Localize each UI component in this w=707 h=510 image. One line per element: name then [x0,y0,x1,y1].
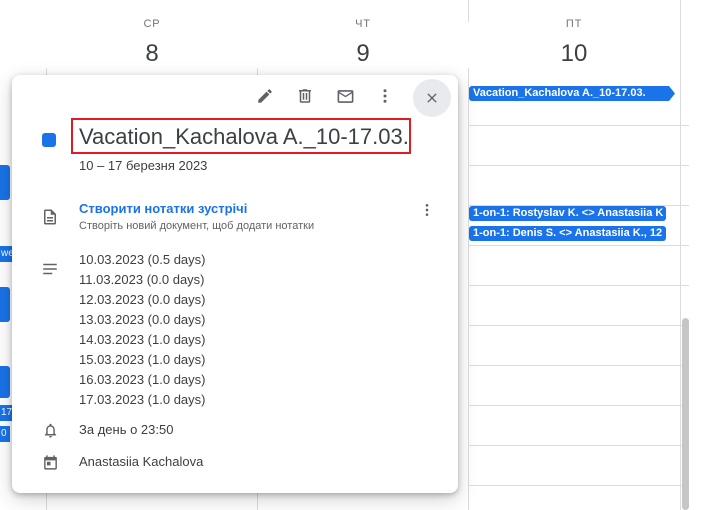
delete-icon [299,89,311,103]
event-color-swatch [42,133,56,147]
description-line: 16.03.2023 (1.0 days) [79,372,206,387]
close-popup-button[interactable] [413,79,451,117]
day-name: ПТ [565,18,583,30]
event-chip-1on1-denis[interactable]: 1-on-1: Denis S. <> Anastasiia K., 12 [469,226,666,241]
create-meeting-notes-link[interactable]: Створити нотатки зустрічі [79,201,247,216]
day-column-header-wed[interactable]: СР 8 [47,0,257,68]
hour-line [468,165,689,166]
event-date-range: 10 – 17 березня 2023 [79,158,208,173]
description-line: 12.03.2023 (0.0 days) [79,292,206,307]
event-title: Vacation_Kachalova A._10-17.03. [79,124,409,149]
event-chip-clipped[interactable]: 17 [0,405,12,421]
event-fragment-text: 17 [1,407,12,418]
close-icon [427,93,437,103]
event-chip-clipped[interactable] [0,287,10,322]
more-vert-icon [383,89,387,103]
description-line: 11.03.2023 (0.0 days) [79,272,205,287]
description-line: 10.03.2023 (0.5 days) [79,252,206,267]
hour-line [468,325,689,326]
hour-line [468,365,689,366]
day-column-header-fri[interactable]: ПТ 10 [469,0,679,68]
document-icon [40,207,60,227]
email-guests-button[interactable] [333,84,357,108]
event-chip-vacation[interactable]: Vacation_Kachalova A._10-17.03. [469,86,669,101]
edit-icon [258,89,272,103]
grid-divider [680,0,681,510]
calendar-owner: Anastasiia Kachalova [79,454,204,469]
more-vert-icon [425,204,429,216]
description-line: 13.03.2023 (0.0 days) [79,312,206,327]
day-number[interactable]: 10 [469,40,679,68]
event-chip-clipped[interactable] [0,366,10,398]
meeting-notes-subtitle: Створіть новий документ, щоб додати нота… [79,220,315,232]
calendar-icon [40,452,60,472]
event-label: 1-on-1: Rostyslav K. <> Anastasiia K [473,207,664,219]
hour-line [468,445,689,446]
day-number[interactable]: 8 [47,40,257,68]
description-line: 17.03.2023 (1.0 days) [79,392,206,407]
bell-icon [40,420,60,440]
description-line: 15.03.2023 (1.0 days) [79,352,206,367]
email-icon [337,89,353,103]
event-label: Vacation_Kachalova A._10-17.03. [473,87,646,99]
description-line: 14.03.2023 (1.0 days) [79,332,206,347]
event-label: 1-on-1: Denis S. <> Anastasiia K., 12 [473,227,663,239]
event-details-popup: Vacation_Kachalova A._10-17.03. 10 – 17 … [12,75,458,493]
grid-divider [468,68,469,510]
event-fragment-text: we [1,248,12,259]
event-reminder: За день о 23:50 [79,422,174,437]
day-name: СР [143,18,161,30]
notes-more-options-button[interactable] [418,200,436,220]
hour-line [468,485,689,486]
day-column-header-thu[interactable]: ЧТ 9 [258,0,468,68]
hour-line [468,285,689,286]
event-chip-clipped[interactable]: 0 [0,426,10,442]
delete-event-button[interactable] [293,84,317,108]
hour-line [468,405,689,406]
event-chip-clipped[interactable] [0,165,10,200]
scrollbar-thumb[interactable] [682,318,689,510]
description-icon [40,259,60,279]
edit-event-button[interactable] [253,84,277,108]
event-chip-1on1-rostyslav[interactable]: 1-on-1: Rostyslav K. <> Anastasiia K [469,206,666,221]
event-description: 10.03.2023 (0.5 days) 11.03.2023 (0.0 da… [79,250,205,410]
hour-line [468,125,689,126]
day-name: ЧТ [355,18,371,30]
event-arrow-icon [669,86,675,101]
more-options-button[interactable] [373,84,397,108]
day-number[interactable]: 9 [258,40,468,68]
hour-line [468,245,689,246]
event-chip-clipped[interactable]: we [0,246,12,262]
event-fragment-text: 0 [1,428,7,439]
grid-divider [468,0,469,22]
